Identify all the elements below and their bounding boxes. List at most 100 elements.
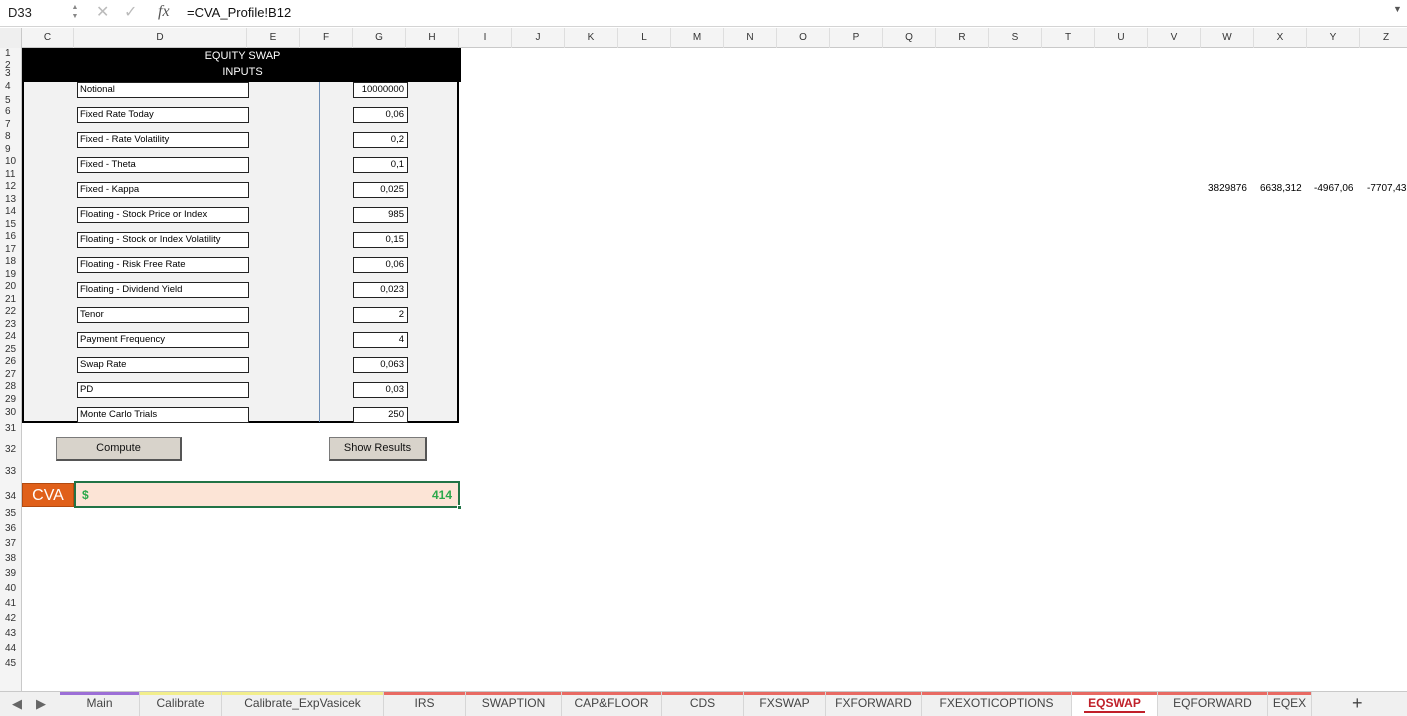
param-value-cell[interactable]: 0,15 [353,232,408,248]
column-header[interactable]: K [565,28,618,48]
worksheet-grid[interactable]: EQUITY SWAP INPUTS Notional 10000000 Fixed… [22,48,1407,691]
row-header[interactable]: 20 [0,281,22,292]
param-value-cell[interactable]: 0,2 [353,132,408,148]
column-header[interactable]: L [618,28,671,48]
column-header[interactable]: I [459,28,512,48]
row-header[interactable]: 34 [0,491,22,502]
row-header[interactable]: 39 [0,568,22,579]
row-header[interactable]: 8 [0,131,22,142]
function-icon[interactable]: fx [158,2,170,22]
row-header[interactable]: 29 [0,394,22,405]
row-header[interactable]: 14 [0,206,22,217]
select-all-corner[interactable] [0,28,22,48]
row-header[interactable]: 33 [0,466,22,477]
sheet-tab[interactable]: EQSWAP [1072,692,1158,716]
column-header[interactable]: V [1148,28,1201,48]
param-value-cell[interactable]: 985 [353,207,408,223]
row-header[interactable]: 11 [0,169,22,180]
column-header[interactable]: Q [883,28,936,48]
column-header[interactable]: Y [1307,28,1360,48]
row-header[interactable]: 37 [0,538,22,549]
row-header[interactable]: 3 [0,68,22,79]
row-header[interactable]: 23 [0,319,22,330]
row-header[interactable]: 32 [0,444,22,455]
column-header[interactable]: X [1254,28,1307,48]
sheet-tab[interactable]: EQFORWARD [1158,692,1268,716]
row-header[interactable]: 6 [0,106,22,117]
param-value-cell[interactable]: 250 [353,407,408,423]
column-header[interactable]: H [406,28,459,48]
add-sheet-button[interactable]: + [1352,693,1363,714]
column-header[interactable]: M [671,28,724,48]
row-header[interactable]: 13 [0,194,22,205]
param-value-cell[interactable]: 0,025 [353,182,408,198]
sheet-tab[interactable]: FXEXOTICOPTIONS [922,692,1072,716]
cva-value-cell[interactable]: $ 414 [74,481,462,510]
row-header[interactable]: 27 [0,369,22,380]
param-value-cell[interactable]: 0,1 [353,157,408,173]
name-box-stepper-icon[interactable]: ▲ ▼ [70,3,80,23]
cell-value[interactable]: 3829876 [1208,183,1247,194]
column-header[interactable]: Z [1360,28,1407,48]
compute-button[interactable]: Compute [56,437,182,461]
cancel-icon[interactable]: ✕ [96,3,109,23]
row-header[interactable]: 28 [0,381,22,392]
scroll-left-icon[interactable]: ◀ [12,696,22,712]
sheet-tab[interactable]: Main [60,692,140,716]
row-header[interactable]: 35 [0,508,22,519]
row-header[interactable]: 16 [0,231,22,242]
row-header[interactable]: 18 [0,256,22,267]
fill-handle[interactable] [457,505,462,510]
column-header[interactable]: F [300,28,353,48]
sheet-tab[interactable]: CAP&FLOOR [562,692,662,716]
sheet-tab[interactable]: FXSWAP [744,692,826,716]
row-header[interactable]: 4 [0,81,22,92]
sheet-tab[interactable]: CDS [662,692,744,716]
param-value-cell[interactable]: 2 [353,307,408,323]
param-value-cell[interactable]: 0,06 [353,107,408,123]
column-header[interactable]: N [724,28,777,48]
column-header[interactable]: P [830,28,883,48]
param-value-cell[interactable]: 10000000 [353,82,408,98]
sheet-tab[interactable]: IRS [384,692,466,716]
row-header[interactable]: 26 [0,356,22,367]
row-header[interactable]: 7 [0,119,22,130]
column-header[interactable]: W [1201,28,1254,48]
row-header[interactable]: 30 [0,407,22,418]
param-value-cell[interactable]: 0,06 [353,257,408,273]
sheet-tab[interactable]: Calibrate_ExpVasicek [222,692,384,716]
sheet-tab[interactable]: FXFORWARD [826,692,922,716]
row-header[interactable]: 43 [0,628,22,639]
column-header[interactable]: C [22,28,74,48]
sheet-tab[interactable]: Calibrate [140,692,222,716]
row-header[interactable]: 31 [0,423,22,434]
row-header[interactable]: 12 [0,181,22,192]
column-header[interactable]: J [512,28,565,48]
row-header[interactable]: 1 [0,48,22,59]
row-header[interactable]: 38 [0,553,22,564]
row-header[interactable]: 22 [0,306,22,317]
show-results-button[interactable]: Show Results [329,437,427,461]
column-header[interactable]: D [74,28,247,48]
row-header[interactable]: 15 [0,219,22,230]
param-value-cell[interactable]: 4 [353,332,408,348]
cell-value[interactable]: -4967,06 [1314,183,1353,194]
row-header[interactable]: 45 [0,658,22,669]
row-header[interactable]: 36 [0,523,22,534]
sheet-tab[interactable]: SWAPTION [466,692,562,716]
row-header[interactable]: 9 [0,144,22,155]
param-value-cell[interactable]: 0,03 [353,382,408,398]
chevron-down-icon[interactable]: ▼ [1393,4,1402,14]
row-header[interactable]: 17 [0,244,22,255]
row-header[interactable]: 24 [0,331,22,342]
row-header[interactable]: 21 [0,294,22,305]
column-header[interactable]: T [1042,28,1095,48]
sheet-tab[interactable]: EQEX [1268,692,1312,716]
param-value-cell[interactable]: 0,023 [353,282,408,298]
column-header[interactable]: S [989,28,1042,48]
column-header[interactable]: O [777,28,830,48]
formula-input[interactable]: =CVA_Profile!B12 [187,3,291,23]
column-header[interactable]: U [1095,28,1148,48]
scroll-right-icon[interactable]: ▶ [36,696,46,712]
column-header[interactable]: R [936,28,989,48]
